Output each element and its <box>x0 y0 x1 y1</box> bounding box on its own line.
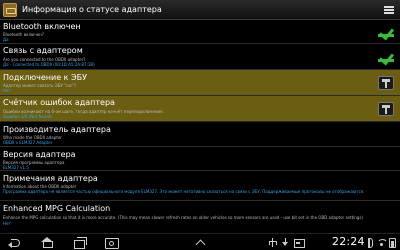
row-title: Enhanced MPG Calculation <box>3 204 111 213</box>
wifi-icon <box>377 238 388 247</box>
row-title: Связь с адаптером <box>3 46 83 55</box>
image-icon <box>294 238 305 248</box>
row-value: Нет <box>3 88 11 93</box>
check-icon <box>378 51 394 63</box>
battery-icon <box>389 238 396 248</box>
app-logo-icon <box>3 2 17 17</box>
home-icon[interactable] <box>40 237 54 248</box>
row-value: Да <box>3 37 9 42</box>
row-title: Примечания адаптера <box>3 174 98 183</box>
clock[interactable]: 22:24 <box>332 235 365 248</box>
row-value: Программа адаптера не является частью оф… <box>3 189 365 194</box>
row-description: Enhance the MPG calculation so that it i… <box>3 215 363 220</box>
row-enhanced-mpg[interactable]: Enhanced MPG Calculation Enhance the MPG… <box>0 201 400 233</box>
row-value: ELM327 v1.5 <box>3 165 29 170</box>
settings-list: Bluetooth включен Bluetooth включен? Да … <box>0 20 400 233</box>
row-adapter-manufacturer[interactable]: Производитель адаптера Who made the OBDI… <box>0 122 400 147</box>
plug-icon <box>378 102 394 116</box>
recent-apps-icon[interactable] <box>72 237 87 249</box>
usb-icon <box>268 238 277 247</box>
title-bar: Информация о статусе адаптера <box>0 0 400 20</box>
row-value: OBDII v ELM327 Adapter <box>3 140 53 145</box>
overflow-menu-icon[interactable] <box>382 3 396 17</box>
system-navigation-bar: 22:24 <box>0 233 400 250</box>
download-icon <box>281 238 290 247</box>
row-bluetooth-enabled[interactable]: Bluetooth включен Bluetooth включен? Да <box>0 20 400 44</box>
page-title: Информация о статусе адаптера <box>22 5 162 14</box>
bluetooth-icon <box>366 238 375 248</box>
row-value: Ошибка 3/0 (Not found) <box>3 114 52 119</box>
check-icon <box>378 26 394 38</box>
chevron-up-icon[interactable] <box>194 237 208 248</box>
row-ecu-connection[interactable]: Подключение к ЭБУ Адаптер может связать … <box>0 70 400 96</box>
row-title: Производитель адаптера <box>3 125 111 134</box>
row-value: Нет <box>3 221 11 226</box>
row-adapter-notes[interactable]: Примечания адаптера Information about th… <box>0 171 400 201</box>
row-title: Версия адаптера <box>3 150 76 159</box>
back-icon[interactable] <box>8 237 22 248</box>
screenshot-icon[interactable] <box>104 237 119 249</box>
row-title: Счётчик ошибок адаптера <box>3 98 115 107</box>
row-title: Bluetooth включен <box>3 22 81 31</box>
row-adapter-version[interactable]: Версия адаптера Версия программы адаптер… <box>0 147 400 171</box>
row-value: Да - Connected to OBDII (00:1D:A5:2A:87:… <box>3 62 95 67</box>
row-adapter-error-counter[interactable]: Счётчик ошибок адаптера Ошибки возникают… <box>0 96 400 122</box>
row-adapter-connection[interactable]: Связь с адаптером Are you connected to t… <box>0 44 400 70</box>
row-title: Подключение к ЭБУ <box>3 73 87 82</box>
plug-icon <box>378 76 394 90</box>
